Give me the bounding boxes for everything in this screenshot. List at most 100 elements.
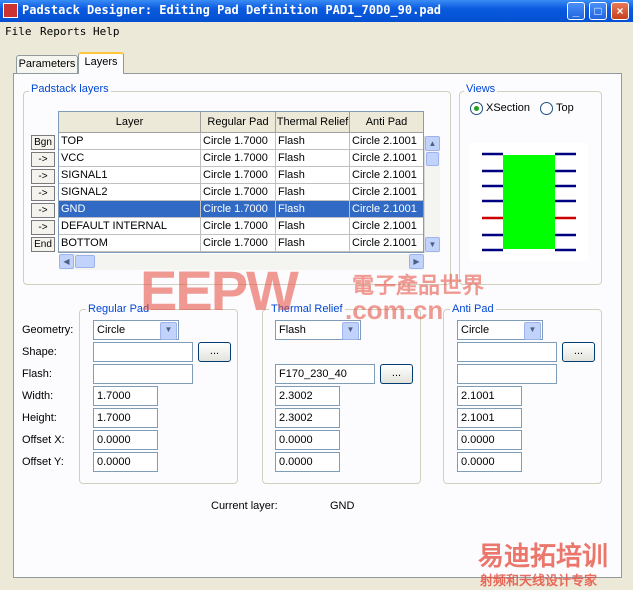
current-layer-label: Current layer: [211,500,278,512]
regular-geometry-select[interactable]: Circle ▼ [93,320,179,340]
top-radio[interactable] [540,102,553,115]
title-bar: Padstack Designer: Editing Pad Definitio… [0,0,633,22]
maximize-button[interactable]: □ [589,2,607,20]
thermal-offset-y-field[interactable]: 0.0000 [275,452,340,472]
thermal-width-field[interactable]: 2.3002 [275,386,340,406]
grid-cell-layer[interactable]: VCC [59,150,201,167]
column-header-regular-pad[interactable]: Regular Pad [201,112,276,133]
grid-cell-thermal[interactable]: Flash [276,167,350,184]
scroll-up-icon[interactable]: ▲ [425,136,440,151]
current-layer-value: GND [330,500,355,512]
grid-vertical-scrollbar[interactable]: ▲ ▼ [424,136,440,253]
regular-shape-field[interactable] [93,342,193,362]
horizontal-scroll-thumb[interactable] [75,255,95,268]
anti-height-field[interactable]: 2.1001 [457,408,522,428]
views-label: Views [464,83,498,95]
anti-geometry-value: Circle [461,324,490,336]
thermal-geometry-value: Flash [279,324,306,336]
anti-shape-field[interactable] [457,342,557,362]
column-header-layer[interactable]: Layer [59,112,201,133]
grid-cell-layer[interactable]: BOTTOM [59,235,201,252]
grid-cell-regular[interactable]: Circle 1.7000 [201,235,276,252]
close-button[interactable]: × [611,2,629,20]
anti-geometry-select[interactable]: Circle ▼ [457,320,543,340]
regular-height-field[interactable]: 1.7000 [93,408,158,428]
grid-cell-anti[interactable]: Circle 2.1001 [350,133,423,150]
anti-offset-y-field[interactable]: 0.0000 [457,452,522,472]
window-title: Padstack Designer: Editing Pad Definitio… [22,3,442,17]
layer-row-button[interactable]: -> [31,186,55,201]
anti-flash-field[interactable] [457,364,557,384]
grid-cell-thermal[interactable]: Flash [276,133,350,150]
regular-flash-field[interactable] [93,364,193,384]
training-watermark: 易迪拓培训 [478,541,609,571]
grid-cell-thermal[interactable]: Flash [276,150,350,167]
grid-cell-anti[interactable]: Circle 2.1001 [350,150,423,167]
anti-width-field[interactable]: 2.1001 [457,386,522,406]
thermal-height-field[interactable]: 2.3002 [275,408,340,428]
regular-offset-x-field[interactable]: 0.0000 [93,430,158,450]
drill-pad-shape [503,155,555,249]
width-label: Width: [22,390,54,402]
chevron-down-icon[interactable]: ▼ [160,322,177,340]
anti-shape-browse-button[interactable]: ... [562,342,595,362]
grid-cell-layer[interactable]: TOP [59,133,201,150]
layer-row-button[interactable]: -> [31,203,55,218]
scroll-right-icon[interactable]: ▶ [409,254,424,269]
grid-cell-regular[interactable]: Circle 1.7000 [201,184,276,201]
thermal-flash-browse-button[interactable]: ... [380,364,413,384]
tab-parameters[interactable]: Parameters [16,55,78,73]
grid-cell-thermal[interactable]: Flash [276,201,350,218]
menu-file[interactable]: File [5,25,32,38]
grid-cell-thermal[interactable]: Flash [276,235,350,252]
menu-help[interactable]: Help [93,25,120,38]
grid-cell-anti[interactable]: Circle 2.1001 [350,167,423,184]
chevron-down-icon[interactable]: ▼ [524,322,541,340]
grid-cell-anti[interactable]: Circle 2.1001 [350,235,423,252]
xsection-radio-label[interactable]: XSection [486,102,530,114]
thermal-offset-x-field[interactable]: 0.0000 [275,430,340,450]
xsection-radio[interactable] [470,102,483,115]
anti-pad-label: Anti Pad [450,303,496,315]
layer-row-button[interactable]: -> [31,169,55,184]
regular-width-field[interactable]: 1.7000 [93,386,158,406]
anti-offset-x-field[interactable]: 0.0000 [457,430,522,450]
tab-layers[interactable]: Layers [78,52,124,74]
grid-cell-regular[interactable]: Circle 1.7000 [201,133,276,150]
layer-row-button[interactable]: End [31,237,55,252]
grid-cell-layer[interactable]: SIGNAL1 [59,167,201,184]
offset-x-label: Offset X: [22,434,65,446]
eepw-chinese-watermark: 電子產品世界 [352,273,485,299]
top-radio-label[interactable]: Top [556,102,574,114]
grid-cell-thermal[interactable]: Flash [276,184,350,201]
menu-reports[interactable]: Reports [40,25,86,38]
layer-row-button[interactable]: -> [31,152,55,167]
regular-shape-browse-button[interactable]: ... [198,342,231,362]
grid-cell-layer[interactable]: SIGNAL2 [59,184,201,201]
grid-cell-regular[interactable]: Circle 1.7000 [201,167,276,184]
shape-label: Shape: [22,346,57,358]
scroll-thumb[interactable] [426,152,439,166]
column-header-anti-pad[interactable]: Anti Pad [350,112,423,133]
minimize-button[interactable]: _ [567,2,585,20]
grid-cell-thermal[interactable]: Flash [276,218,350,235]
grid-cell-anti[interactable]: Circle 2.1001 [350,201,423,218]
scroll-down-icon[interactable]: ▼ [425,237,440,252]
regular-geometry-value: Circle [97,324,126,336]
grid-cell-anti[interactable]: Circle 2.1001 [350,184,423,201]
thermal-flash-field[interactable]: F170_230_40 [275,364,375,384]
layer-row-button[interactable]: -> [31,220,55,235]
grid-cell-layer[interactable]: GND [59,201,201,218]
regular-offset-y-field[interactable]: 0.0000 [93,452,158,472]
menu-bar: File Reports Help [0,22,633,42]
geometry-label: Geometry: [22,324,74,336]
grid-cell-regular[interactable]: Circle 1.7000 [201,218,276,235]
column-header-thermal-relief[interactable]: Thermal Relief [276,112,350,133]
grid-cell-anti[interactable]: Circle 2.1001 [350,218,423,235]
grid-cell-regular[interactable]: Circle 1.7000 [201,201,276,218]
scroll-left-icon[interactable]: ◀ [59,254,74,269]
app-icon [3,3,18,18]
grid-cell-layer[interactable]: DEFAULT INTERNAL [59,218,201,235]
grid-cell-regular[interactable]: Circle 1.7000 [201,150,276,167]
layer-row-button[interactable]: Bgn [31,135,55,150]
